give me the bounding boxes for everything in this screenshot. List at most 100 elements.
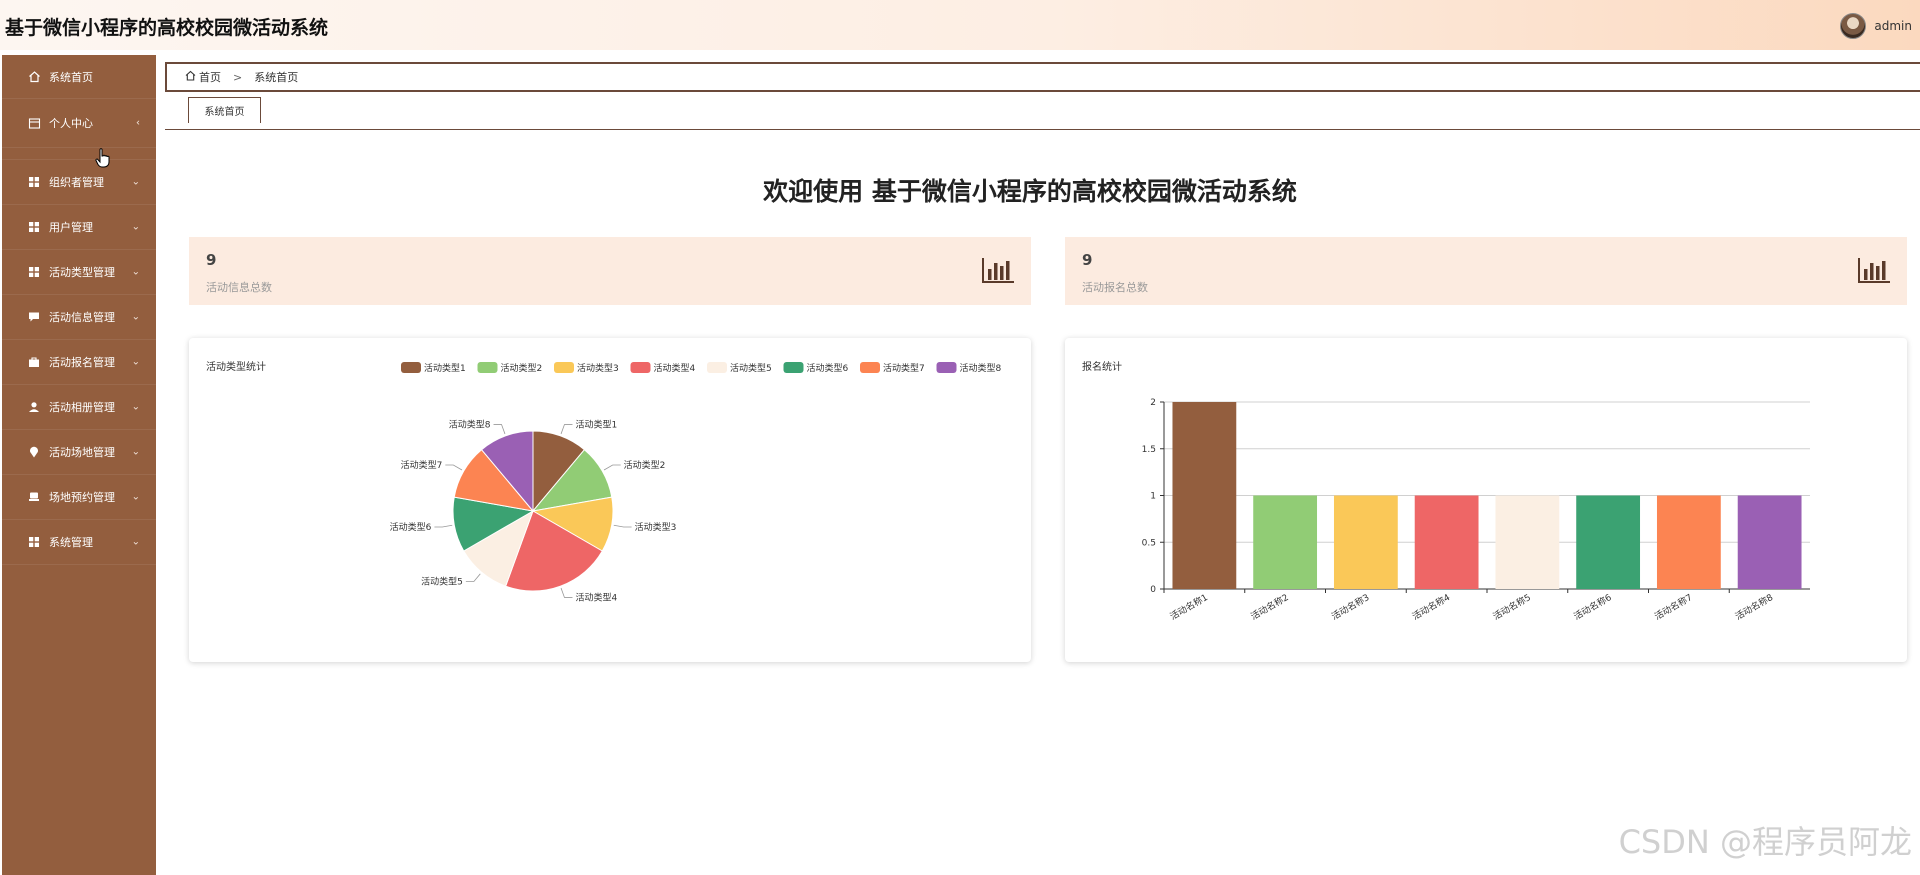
hand-cursor-icon [95,148,110,168]
watermark: CSDN @程序员阿龙 [1618,823,1912,861]
breadcrumb-home-link[interactable]: 首页 [199,69,221,85]
user-icon [27,400,41,414]
bar-chart-icon [982,258,1014,283]
pie-label-line [560,424,573,435]
bar[interactable] [1172,402,1237,589]
legend-swatch[interactable] [707,362,727,373]
bar[interactable] [1414,495,1479,590]
chevron-left-icon: ‹ [136,117,140,129]
breadcrumb-current: 系统首页 [254,71,299,84]
legend-swatch[interactable] [477,362,498,373]
bar[interactable] [1253,495,1318,590]
bar-chart-icon [1858,258,1890,283]
avatar[interactable] [1840,13,1867,39]
chevron-down-icon: ⌄ [131,356,140,368]
sidebar-item-activity-info[interactable]: 活动信息管理 ⌄ [2,295,156,340]
pie-slice-label: 活动类型1 [575,419,617,431]
sidebar-item-system[interactable]: 系统管理 ⌄ [2,520,156,565]
home-icon [27,70,41,84]
bar[interactable] [1333,495,1398,590]
y-tick-label: 2 [1150,398,1156,408]
sidebar-item-activity-types[interactable]: 活动类型管理 ⌄ [2,250,156,295]
chevron-down-icon: ⌄ [131,266,140,278]
sidebar-item-home[interactable]: 系统首页 [2,55,156,99]
sidebar-item-venues[interactable]: 活动场地管理 ⌄ [2,430,156,475]
sidebar-item-registrations[interactable]: 活动报名管理 ⌄ [2,340,156,385]
sidebar-item-venue-booking[interactable]: 场地预约管理 ⌄ [2,475,156,520]
legend-label[interactable]: 活动类型4 [654,362,696,374]
pie-label-line [613,524,632,528]
pie-label-line [493,424,506,435]
tab-bar: 系统首页 [165,96,1920,130]
grid-icon [27,265,41,279]
x-tick-label: 活动名称3 [1329,591,1371,622]
bar[interactable] [1495,495,1560,590]
legend-label[interactable]: 活动类型2 [501,362,543,374]
user-menu[interactable]: admin [1840,12,1920,40]
x-tick-label: 活动名称8 [1733,591,1775,622]
tab-home[interactable]: 系统首页 [188,97,261,123]
stat-label: 活动信息总数 [206,281,272,294]
pie-label-line [434,524,453,528]
pin-icon [27,445,41,459]
legend-label[interactable]: 活动类型3 [577,362,619,374]
pie-slice-label: 活动类型7 [401,459,443,471]
y-tick-label: 0.5 [1142,538,1156,548]
pie-slice-label: 活动类型2 [624,459,666,471]
sidebar-item-albums[interactable]: 活动相册管理 ⌄ [2,385,156,430]
y-tick-label: 1.5 [1142,445,1156,455]
legend-label[interactable]: 活动类型7 [883,362,925,374]
bar-chart: 0 0.5 1 1.5 2 活动名称1 活动名称2 活动名称3 活动名称4 活动名称5 活动名称6 活… [1142,398,1810,622]
grid-icon [27,220,41,234]
welcome-heading: 欢迎使用 基于微信小程序的高校校园微活动系统 [763,177,1297,206]
pie-slice-label: 活动类型3 [635,521,677,533]
username[interactable]: admin [1874,19,1912,33]
x-tick-label: 活动名称7 [1652,591,1694,622]
breadcrumb-separator: > [233,70,243,84]
sidebar-item-personal[interactable]: 个人中心 ‹ [2,99,156,148]
legend-swatch[interactable] [936,362,957,373]
x-tick-label: 活动名称2 [1248,591,1290,622]
legend-label[interactable]: 活动类型8 [960,362,1002,374]
chevron-down-icon: ⌄ [131,401,140,413]
chat-icon [27,310,41,324]
x-tick-label: 活动名称6 [1571,591,1613,622]
stat-label: 活动报名总数 [1082,281,1148,294]
chevron-down-icon: ⌄ [131,536,140,548]
pie-label-line [560,587,573,598]
pie-slice-label: 活动类型6 [390,521,432,533]
legend-swatch[interactable] [860,362,880,373]
grid-icon [27,535,41,549]
legend-label[interactable]: 活动类型1 [424,362,466,374]
legend-swatch[interactable] [401,362,421,373]
chevron-down-icon: ⌄ [131,491,140,503]
legend-swatch[interactable] [783,362,804,373]
legend-label[interactable]: 活动类型5 [730,362,772,374]
chevron-down-icon: ⌄ [131,446,140,458]
seat-icon [27,490,41,504]
pie-chart-card: 活动类型统计 活动类型1 活动类型2 活动类型3 活动类型4 活动类型5 活动类型6 活动类… [189,338,1031,662]
chevron-down-icon: ⌄ [131,311,140,323]
breadcrumb: 首页 > 系统首页 [165,62,1920,92]
pie-slice-label: 活动类型8 [449,419,491,431]
bar[interactable] [1737,495,1802,590]
x-tick-label: 活动名称5 [1491,591,1533,622]
legend-swatch[interactable] [630,362,651,373]
y-tick-label: 0 [1150,585,1156,595]
legend-label[interactable]: 活动类型6 [807,362,849,374]
pie-label-line [445,464,463,471]
pie-slice-label: 活动类型4 [575,591,617,603]
sidebar-item-users[interactable]: 用户管理 ⌄ [2,205,156,250]
bar[interactable] [1656,495,1721,590]
x-tick-label: 活动名称4 [1410,591,1452,622]
stat-card-activities: 9 活动信息总数 [189,237,1031,305]
legend-swatch[interactable] [554,362,574,373]
pie-slice-label: 活动类型5 [421,575,463,587]
stat-value: 9 [206,251,217,269]
bar[interactable] [1576,495,1641,590]
x-tick-label: 活动名称1 [1168,591,1210,622]
bag-icon [27,355,41,369]
sidebar-item-label: 系统首页 [49,70,93,84]
home-icon[interactable] [185,70,196,84]
profile-icon [27,116,41,130]
